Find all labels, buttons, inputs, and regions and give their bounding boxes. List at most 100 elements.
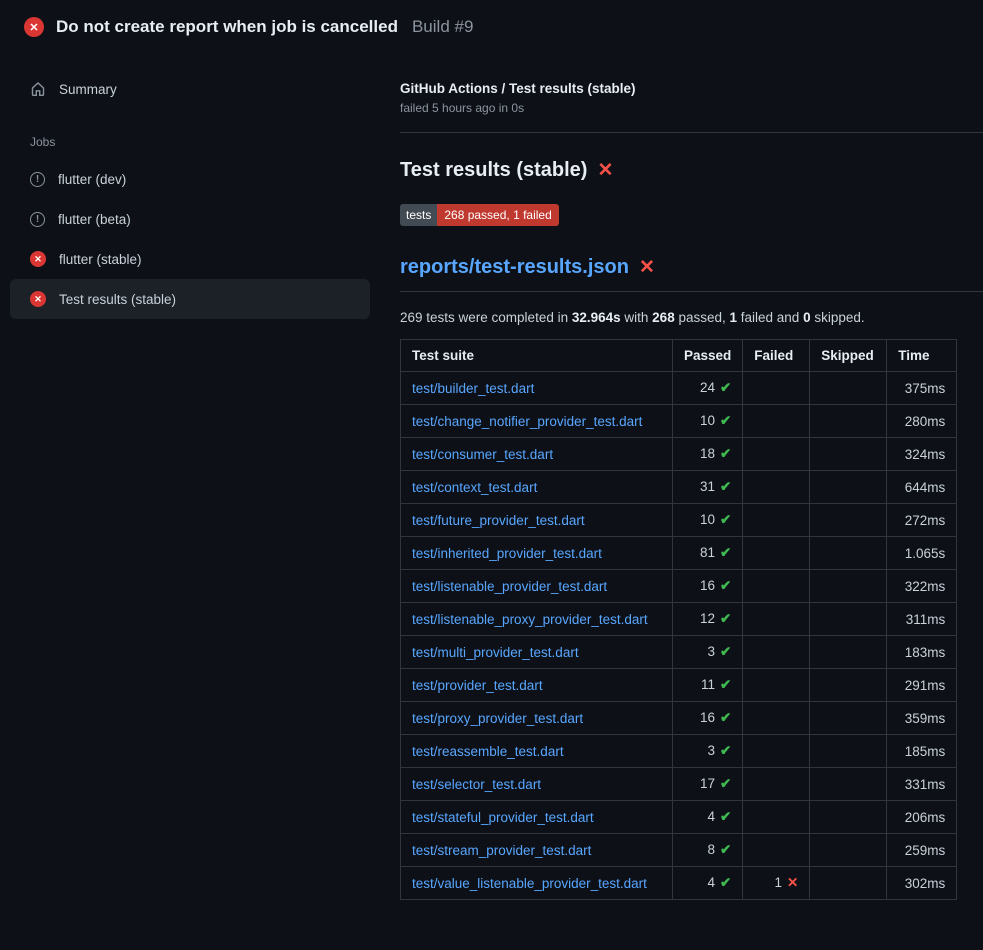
job-failed-icon: ✕: [30, 251, 46, 267]
skipped-cell: [810, 801, 887, 834]
failed-cell: [743, 801, 810, 834]
passed-count: 16: [700, 578, 715, 593]
failed-cell: [743, 471, 810, 504]
sidebar-item-flutter-dev[interactable]: ! flutter (dev): [10, 159, 370, 199]
passed-cell: 4✔: [673, 867, 743, 900]
test-suite-link[interactable]: test/context_test.dart: [412, 480, 537, 495]
time-cell: 331ms: [887, 768, 957, 801]
test-suite-link[interactable]: test/future_provider_test.dart: [412, 513, 585, 528]
summary-text: failed and: [737, 310, 803, 325]
failed-cell: [743, 372, 810, 405]
check-icon: ✔: [720, 842, 731, 857]
passed-cell: 3✔: [673, 636, 743, 669]
passed-count: 24: [700, 380, 715, 395]
run-status-line: failed 5 hours ago in 0s: [400, 101, 983, 115]
section-title: Test results (stable): [400, 159, 587, 182]
skipped-cell: [810, 702, 887, 735]
skipped-cell: [810, 834, 887, 867]
passed-count: 3: [707, 743, 715, 758]
badge-value: 268 passed, 1 failed: [437, 204, 558, 226]
results-table: Test suite Passed Failed Skipped Time te…: [400, 339, 957, 900]
time-cell: 280ms: [887, 405, 957, 438]
section-title-row: Test results (stable) ✕: [400, 159, 983, 182]
test-suite-cell: test/provider_test.dart: [401, 669, 673, 702]
failed-x-icon: ✕: [639, 256, 655, 279]
check-icon: ✔: [720, 413, 731, 428]
failed-cell: [743, 405, 810, 438]
check-icon: ✔: [720, 710, 731, 725]
test-suite-link[interactable]: test/listenable_proxy_provider_test.dart: [412, 612, 648, 627]
run-failed-icon: ✕: [24, 17, 44, 37]
sidebar-item-flutter-beta[interactable]: ! flutter (beta): [10, 199, 370, 239]
table-row: test/reassemble_test.dart3✔185ms: [401, 735, 957, 768]
job-neutral-icon: !: [30, 212, 45, 227]
sidebar-item-label: flutter (stable): [59, 252, 142, 267]
time-cell: 302ms: [887, 867, 957, 900]
sidebar-item-label: flutter (dev): [58, 172, 126, 187]
table-row: test/multi_provider_test.dart 3✔ 183ms: [401, 636, 957, 669]
job-failed-icon: ✕: [30, 291, 46, 307]
time-cell: 259ms: [887, 834, 957, 867]
table-row: test/selector_test.dart17✔331ms: [401, 768, 957, 801]
report-file-link[interactable]: reports/test-results.json: [400, 256, 629, 279]
test-suite-link[interactable]: test/consumer_test.dart: [412, 447, 553, 462]
time-cell: 206ms: [887, 801, 957, 834]
test-suite-cell: test/context_test.dart: [401, 471, 673, 504]
test-suite-link[interactable]: test/selector_test.dart: [412, 777, 541, 792]
table-row: test/future_provider_test.dart10✔272ms: [401, 504, 957, 537]
test-suite-link[interactable]: test/value_listenable_provider_test.dart: [412, 876, 647, 891]
time-cell: 322ms: [887, 570, 957, 603]
col-header-time: Time: [887, 340, 957, 372]
test-suite-link[interactable]: test/provider_test.dart: [412, 678, 543, 693]
summary-failed-count: 1: [730, 310, 738, 325]
passed-count: 17: [700, 776, 715, 791]
table-row: test/builder_test.dart24✔375ms: [401, 372, 957, 405]
test-suite-cell: test/value_listenable_provider_test.dart: [401, 867, 673, 900]
test-suite-link[interactable]: test/builder_test.dart: [412, 381, 534, 396]
test-suite-cell: test/consumer_test.dart: [401, 438, 673, 471]
passed-count: 4: [707, 875, 715, 890]
test-suite-link[interactable]: test/reassemble_test.dart: [412, 744, 564, 759]
test-suite-cell: test/proxy_provider_test.dart: [401, 702, 673, 735]
sidebar-item-flutter-stable[interactable]: ✕ flutter (stable): [10, 239, 370, 279]
passed-count: 81: [700, 545, 715, 560]
sidebar-item-label: Test results (stable): [59, 292, 176, 307]
failed-cell: 1✕: [743, 867, 810, 900]
test-suite-cell: test/reassemble_test.dart: [401, 735, 673, 768]
failed-cell: [743, 537, 810, 570]
skipped-cell: [810, 471, 887, 504]
test-suite-link[interactable]: test/change_notifier_provider_test.dart: [412, 414, 642, 429]
check-icon: ✔: [720, 479, 731, 494]
table-row: test/consumer_test.dart18✔324ms: [401, 438, 957, 471]
test-summary-line: 269 tests were completed in 32.964s with…: [400, 310, 983, 325]
test-suite-link[interactable]: test/proxy_provider_test.dart: [412, 711, 583, 726]
sidebar-item-test-results-stable[interactable]: ✕ Test results (stable): [10, 279, 370, 319]
failed-count: 1: [774, 875, 782, 890]
passed-count: 10: [700, 413, 715, 428]
divider: [400, 132, 983, 133]
table-row: test/change_notifier_provider_test.dart 1…: [401, 405, 957, 438]
passed-count: 18: [700, 446, 715, 461]
skipped-cell: [810, 504, 887, 537]
failed-cell: [743, 636, 810, 669]
run-header: ✕ Do not create report when job is cance…: [0, 0, 983, 51]
table-row: test/value_listenable_provider_test.dart…: [401, 867, 957, 900]
test-suite-cell: test/stream_provider_test.dart: [401, 834, 673, 867]
check-icon: ✔: [720, 743, 731, 758]
test-suite-link[interactable]: test/multi_provider_test.dart: [412, 645, 579, 660]
time-cell: 183ms: [887, 636, 957, 669]
table-row: test/stateful_provider_test.dart4✔206ms: [401, 801, 957, 834]
sidebar-item-summary[interactable]: Summary: [10, 69, 370, 109]
passed-cell: 18✔: [673, 438, 743, 471]
sidebar-item-label: Summary: [59, 82, 117, 97]
skipped-cell: [810, 372, 887, 405]
test-suite-link[interactable]: test/listenable_provider_test.dart: [412, 579, 607, 594]
time-cell: 359ms: [887, 702, 957, 735]
failed-cell: [743, 570, 810, 603]
table-row: test/context_test.dart31✔644ms: [401, 471, 957, 504]
test-suite-link[interactable]: test/stateful_provider_test.dart: [412, 810, 594, 825]
test-suite-link[interactable]: test/inherited_provider_test.dart: [412, 546, 602, 561]
report-heading-row: reports/test-results.json ✕: [400, 256, 983, 292]
test-suite-link[interactable]: test/stream_provider_test.dart: [412, 843, 591, 858]
job-neutral-icon: !: [30, 172, 45, 187]
